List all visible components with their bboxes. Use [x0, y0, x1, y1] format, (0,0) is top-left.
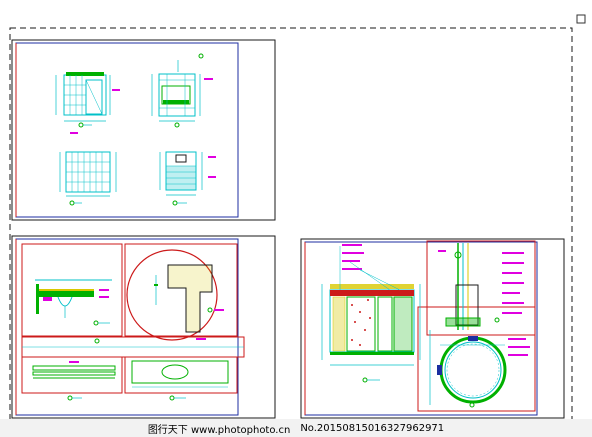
- sheet-2-details: [11, 235, 276, 419]
- sheet-2-outer-border: [11, 235, 276, 419]
- mirror-section: [438, 243, 524, 330]
- counter-section-detail: [35, 279, 112, 326]
- elevation-b: [151, 53, 213, 128]
- round-mirror-plan: [429, 330, 530, 408]
- sheet-3-elevation-plan: [300, 238, 565, 419]
- vanity-elevation: [321, 244, 421, 383]
- sheet-1-elevations: [11, 39, 276, 221]
- elevation-d: [159, 151, 216, 206]
- elevation-c: [59, 132, 117, 206]
- watermark-site-text: 图行天下 www.photophoto.cn: [147, 424, 291, 436]
- elevation-a: [55, 72, 120, 128]
- sheet-1-inner-border: [15, 42, 239, 218]
- long-profile: [32, 361, 116, 401]
- scrollbar-top-marker[interactable]: [576, 14, 586, 24]
- plan-strip: [22, 338, 244, 348]
- vanity-top-plan: [131, 360, 229, 401]
- watermark-footer: 图行天下 www.photophoto.cn No.20150815016327…: [0, 419, 592, 437]
- outer-dashed-frame: [9, 27, 573, 423]
- cad-drawing-canvas: [9, 14, 586, 423]
- enlarged-edge-detail: [126, 249, 224, 341]
- sheet-1-outer-border: [11, 39, 276, 221]
- watermark-number-text: No.20150815016327962971: [300, 422, 445, 434]
